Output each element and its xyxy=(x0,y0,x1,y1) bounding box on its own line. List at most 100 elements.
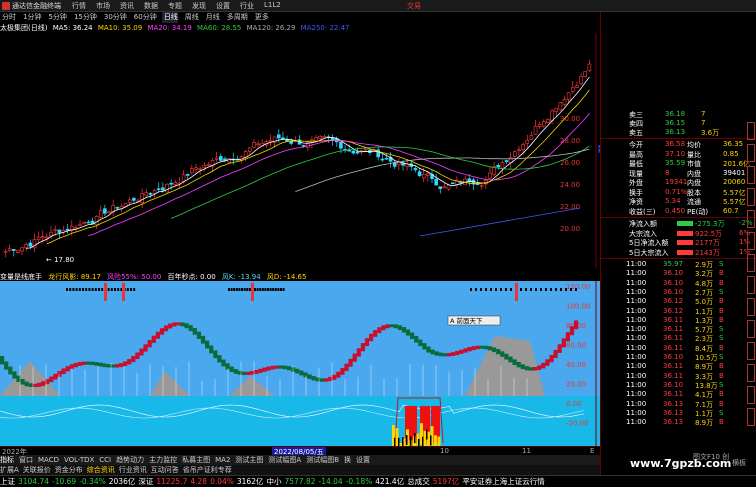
menu-item-8[interactable]: L1L2 xyxy=(264,1,288,11)
candle-body xyxy=(450,182,455,185)
side-tab[interactable] xyxy=(747,254,755,272)
watermark: www.7gpzb.com xyxy=(630,457,732,470)
ma-legend: 太极集团(日线) MA5: 36.24 MA10: 35.09 MA20: 34… xyxy=(0,23,600,33)
side-tab[interactable] xyxy=(747,320,755,338)
side-tab[interactable] xyxy=(747,122,755,140)
indicator-tab-2[interactable]: MACD xyxy=(38,456,59,464)
menu-item-2[interactable]: 资讯 xyxy=(120,1,144,11)
index-name-0[interactable]: 上证 xyxy=(0,477,15,486)
signal-dot xyxy=(88,288,91,291)
quote-label-b: 流通 xyxy=(687,198,701,206)
indicator-tab-8[interactable]: MA2 xyxy=(215,456,230,464)
side-tab[interactable] xyxy=(747,232,755,250)
indicator-tab-10[interactable]: 测试幅图A xyxy=(268,456,301,464)
wave-bar xyxy=(410,332,415,339)
period-tab-6[interactable]: 日线 xyxy=(161,12,178,23)
side-tab[interactable] xyxy=(747,144,755,162)
menu-item-0[interactable]: 行情 xyxy=(72,1,96,11)
indicator-tab-0[interactable]: 指标 xyxy=(0,456,14,464)
quote-value-a: 5.34 xyxy=(665,197,681,205)
candle-body xyxy=(397,162,401,165)
ext-tab-4[interactable]: 行业资讯 xyxy=(119,466,147,474)
side-tab[interactable] xyxy=(747,210,755,228)
price-tick-label: 30.00 xyxy=(560,115,580,123)
indicator-tab-11[interactable]: 测试幅图B xyxy=(306,456,339,464)
ext-tab-6[interactable]: 省吊产证利专荐 xyxy=(183,466,232,474)
black-bar xyxy=(394,437,396,446)
quote-label-a: 最低 xyxy=(629,160,643,168)
ext-tab-3[interactable]: 综合资讯 xyxy=(87,466,115,474)
menu-item-7[interactable]: 行业 xyxy=(240,1,264,11)
menu-item-1[interactable]: 市场 xyxy=(96,1,120,11)
wave-bar xyxy=(504,353,509,360)
candle-body xyxy=(74,227,78,229)
menu-item-3[interactable]: 数据 xyxy=(144,1,168,11)
wave-bar xyxy=(459,349,464,354)
ext-tab-2[interactable]: 资金分布 xyxy=(55,466,83,474)
period-tab-7[interactable]: 周线 xyxy=(183,12,199,23)
wave-bar xyxy=(209,345,214,354)
side-tab[interactable] xyxy=(747,342,755,360)
index-name-3[interactable]: 总成交 xyxy=(407,477,430,486)
period-tab-0[interactable]: 分时 xyxy=(0,12,16,23)
period-tab-9[interactable]: 多周期 xyxy=(225,12,248,23)
tick-direction: B xyxy=(719,278,724,287)
index-name-2[interactable]: 中小 xyxy=(266,477,281,486)
tick-direction: B xyxy=(719,371,724,380)
quote-label-a: 换手 xyxy=(629,188,643,197)
period-tab-1[interactable]: 1分钟 xyxy=(21,12,41,23)
ext-tab-5[interactable]: 互动问答 xyxy=(151,466,179,474)
wave-bar xyxy=(553,349,558,358)
indicator-tab-13[interactable]: 设置 xyxy=(356,456,370,464)
side-tab[interactable] xyxy=(747,298,755,316)
wave-bar xyxy=(82,361,87,365)
side-tab[interactable] xyxy=(747,166,755,184)
wave-bar xyxy=(492,347,497,353)
side-tab[interactable] xyxy=(747,408,755,426)
tick-price: 36.10 xyxy=(663,380,684,389)
side-tab[interactable] xyxy=(747,276,755,294)
wave-bar xyxy=(549,354,554,363)
indicator-tab-5[interactable]: 趋势动力 xyxy=(116,456,144,464)
menu-item-5[interactable]: 发现 xyxy=(192,1,216,11)
indicator-tab-3[interactable]: VOL-TDX xyxy=(64,456,94,464)
candle-body xyxy=(533,126,538,135)
wave-bar xyxy=(442,353,447,357)
signal-dot xyxy=(243,288,246,291)
indicator-chart[interactable]: 120.00100.0080.0060.0040.0020.000.00-20.… xyxy=(0,281,600,446)
menu-item-4[interactable]: 专题 xyxy=(168,1,192,11)
side-tab[interactable] xyxy=(747,386,755,404)
wave-bar xyxy=(373,330,378,337)
period-tab-10[interactable]: 更多 xyxy=(253,12,269,23)
candle-body xyxy=(488,172,492,179)
tick-time: 11:00 xyxy=(626,334,647,343)
indicator-tab-6[interactable]: 主力监控 xyxy=(149,456,177,464)
period-tab-5[interactable]: 60分钟 xyxy=(132,12,157,23)
indicator-tab-12[interactable]: 换 xyxy=(344,456,351,464)
indicator-tab-1[interactable]: 窗口 xyxy=(19,456,33,464)
tick-price: 36.11 xyxy=(663,343,684,352)
indicator-tab-7[interactable]: 私募主图 xyxy=(182,456,210,464)
ext-tab-0[interactable]: 扩展A xyxy=(0,466,19,474)
wave-bar xyxy=(49,376,54,383)
candlestick-chart[interactable]: 30.0028.0026.0024.0022.0020.0028.96← 17.… xyxy=(0,33,600,268)
divider xyxy=(601,217,756,218)
wave-bar xyxy=(94,362,99,366)
tick-row: 11:00 36.13 8.9万 B xyxy=(601,418,756,428)
tick-tab[interactable]: 横板 xyxy=(732,458,746,468)
index-name-1[interactable]: 深证 xyxy=(138,477,153,486)
wave-bar xyxy=(369,333,374,342)
indicator-tab-4[interactable]: CCI xyxy=(99,456,111,464)
period-tab-4[interactable]: 30分钟 xyxy=(102,12,127,23)
side-tab[interactable] xyxy=(747,364,755,382)
trade-button[interactable]: 交易 xyxy=(407,1,421,11)
ext-tab-1[interactable]: 关联报价 xyxy=(23,466,51,474)
period-tab-2[interactable]: 5分钟 xyxy=(46,12,66,23)
side-tab[interactable] xyxy=(747,188,755,206)
candle-body xyxy=(7,248,12,251)
candle-body xyxy=(281,137,285,140)
period-tab-3[interactable]: 15分钟 xyxy=(72,12,97,23)
indicator-tab-9[interactable]: 测试主图 xyxy=(235,456,263,464)
menu-item-6[interactable]: 设置 xyxy=(216,1,240,11)
period-tab-8[interactable]: 月线 xyxy=(204,12,220,23)
